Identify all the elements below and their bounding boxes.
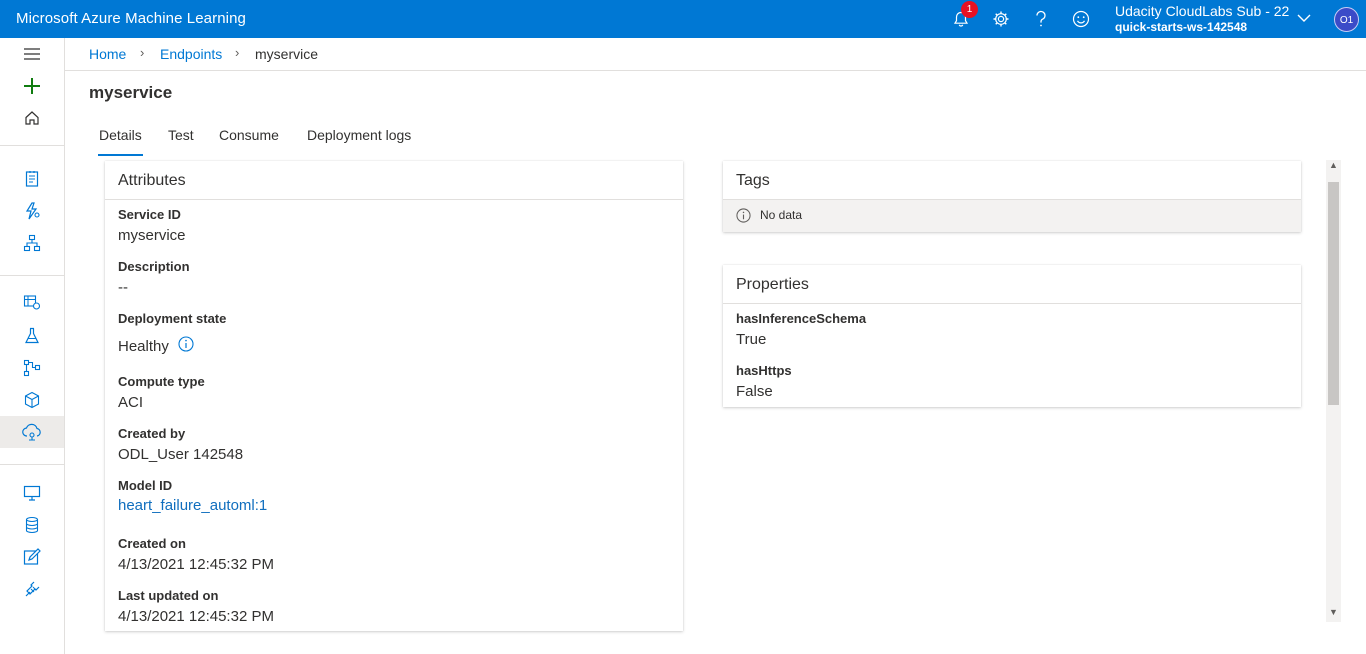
smiley-icon[interactable]: [1070, 8, 1092, 30]
attr-value-description: --: [118, 279, 128, 296]
tab-consume[interactable]: Consume: [219, 127, 279, 143]
hamburger-menu-icon[interactable]: [20, 42, 44, 66]
attr-value-compute-type: ACI: [118, 394, 144, 411]
attr-value-deployment-state: Healthy: [118, 338, 169, 355]
account-switcher[interactable]: Udacity CloudLabs Sub - 22 quick-starts-…: [1115, 3, 1289, 35]
page-title: myservice: [89, 83, 173, 102]
attr-label-compute-type: Compute type: [118, 374, 205, 389]
chevron-right-icon: ›: [235, 45, 240, 60]
attr-value-created-on: 4/13/2021 12:45:32 PM: [118, 556, 274, 573]
scrollbar-thumb[interactable]: [1328, 182, 1339, 405]
automl-icon[interactable]: [20, 199, 44, 223]
prop-label-has-https: hasHttps: [736, 363, 792, 378]
top-bar: Microsoft Azure Machine Learning 1 Udaci…: [0, 0, 1366, 38]
card-divider: [105, 199, 683, 200]
notebook-icon[interactable]: [20, 167, 44, 191]
sidebar-divider: [0, 464, 65, 465]
app-title[interactable]: Microsoft Azure Machine Learning: [16, 10, 246, 27]
card-divider: [723, 303, 1301, 304]
attr-label-deployment-state: Deployment state: [118, 311, 227, 326]
datastores-icon[interactable]: [20, 513, 44, 537]
help-icon[interactable]: [1030, 8, 1052, 30]
chevron-right-icon: ›: [140, 45, 145, 60]
left-nav: [0, 38, 65, 654]
flask-icon[interactable]: [20, 324, 44, 348]
attr-label-created-by: Created by: [118, 426, 186, 441]
breadcrumb: Home › Endpoints › myservice: [65, 38, 1366, 71]
compute-icon[interactable]: [20, 481, 44, 505]
notification-badge: 1: [961, 1, 978, 18]
attr-value-service-id: myservice: [118, 227, 186, 244]
attr-label-last-updated-on: Last updated on: [118, 588, 219, 603]
attr-value-last-updated-on: 4/13/2021 12:45:32 PM: [118, 608, 274, 625]
prop-label-has-inference-schema: hasInferenceSchema: [736, 311, 867, 326]
attr-label-description: Description: [118, 259, 190, 274]
gear-icon[interactable]: [990, 8, 1012, 30]
tab-deployment-logs[interactable]: Deployment logs: [307, 127, 411, 143]
active-tab-indicator: [98, 154, 143, 156]
avatar[interactable]: O1: [1334, 7, 1359, 32]
breadcrumb-current: myservice: [255, 46, 319, 62]
datasets-icon[interactable]: [20, 290, 44, 314]
breadcrumb-home[interactable]: Home: [89, 46, 126, 62]
info-icon: [736, 208, 751, 223]
plus-icon[interactable]: [20, 74, 44, 98]
prop-value-has-https: False: [736, 383, 773, 400]
data-labeling-icon[interactable]: [20, 545, 44, 569]
attr-label-model-id: Model ID: [118, 478, 173, 493]
endpoints-icon[interactable]: [20, 420, 44, 444]
tags-card: Tags No data: [723, 161, 1301, 232]
chevron-down-icon[interactable]: [1296, 10, 1312, 31]
attr-label-service-id: Service ID: [118, 207, 181, 222]
scroll-down-arrow-icon[interactable]: ▼: [1326, 607, 1341, 621]
properties-card: Properties hasInferenceSchema True hasHt…: [723, 265, 1301, 407]
linked-services-icon[interactable]: [20, 577, 44, 601]
home-icon[interactable]: [20, 106, 44, 130]
tab-test[interactable]: Test: [168, 127, 194, 143]
attr-label-created-on: Created on: [118, 536, 186, 551]
designer-icon[interactable]: [20, 231, 44, 255]
attributes-card: Attributes Service ID myservice Descript…: [105, 161, 683, 631]
workspace-name: quick-starts-ws-142548: [1115, 20, 1248, 34]
model-id-link[interactable]: heart_failure_automl:1: [118, 497, 267, 514]
prop-value-has-inference-schema: True: [736, 331, 767, 348]
properties-title: Properties: [736, 276, 809, 293]
pipelines-icon[interactable]: [20, 356, 44, 380]
sidebar-divider: [0, 145, 65, 146]
subscription-name: Udacity CloudLabs Sub - 22: [1115, 3, 1290, 19]
tags-title: Tags: [736, 172, 770, 189]
tags-empty-text: No data: [760, 208, 803, 222]
scroll-up-arrow-icon[interactable]: ▲: [1326, 160, 1341, 174]
tab-details[interactable]: Details: [99, 127, 142, 143]
attributes-title: Attributes: [118, 172, 186, 189]
breadcrumb-endpoints[interactable]: Endpoints: [160, 46, 222, 62]
sidebar-divider: [0, 275, 65, 276]
models-icon[interactable]: [20, 388, 44, 412]
attr-value-created-by: ODL_User 142548: [118, 446, 244, 463]
info-icon[interactable]: [178, 336, 194, 352]
tags-empty-row: No data: [723, 200, 1301, 232]
